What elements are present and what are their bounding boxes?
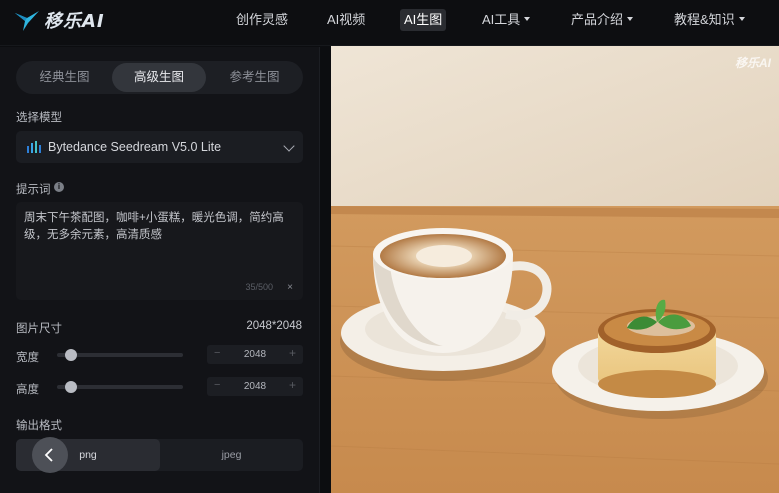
nav-item-ai-image[interactable]: AI生图 bbox=[400, 9, 447, 31]
nav-item-tutorials[interactable]: 教程&知识 bbox=[674, 9, 745, 31]
width-label: 宽度 bbox=[16, 352, 39, 364]
panel-divider bbox=[321, 46, 331, 493]
logo-icon bbox=[15, 11, 39, 31]
model-select[interactable]: Bytedance Seedream V5.0 Lite bbox=[16, 131, 303, 163]
height-slider-thumb[interactable] bbox=[64, 381, 77, 393]
tab-classic[interactable]: 经典生图 bbox=[18, 63, 111, 92]
model-icon bbox=[27, 141, 41, 153]
caret-down-icon bbox=[627, 16, 634, 21]
clear-icon[interactable]: × bbox=[287, 282, 293, 293]
watermark: 移乐AI bbox=[734, 56, 771, 70]
width-slider[interactable] bbox=[57, 349, 183, 361]
height-slider[interactable] bbox=[57, 381, 183, 393]
format-option-jpeg[interactable]: jpeg bbox=[160, 439, 303, 471]
generated-image[interactable]: 移乐AI bbox=[331, 46, 779, 493]
image-size-value: 2048*2048 bbox=[246, 320, 302, 332]
mode-tabs: 经典生图 高级生图 参考生图 bbox=[16, 61, 303, 94]
height-increment-button[interactable]: + bbox=[289, 378, 296, 392]
nav-item-inspiration[interactable]: 创作灵感 bbox=[236, 9, 288, 31]
height-stepper[interactable]: − 2048 + bbox=[207, 377, 303, 396]
chevron-left-icon bbox=[44, 448, 53, 462]
image-size-label: 图片尺寸 bbox=[16, 323, 62, 335]
collapse-panel-button[interactable] bbox=[32, 437, 68, 473]
width-stepper[interactable]: − 2048 + bbox=[207, 345, 303, 364]
nav-item-products[interactable]: 产品介绍 bbox=[571, 9, 634, 31]
height-label: 高度 bbox=[16, 384, 39, 396]
caret-down-icon bbox=[524, 16, 531, 21]
logo[interactable]: 移乐AI bbox=[14, 7, 105, 33]
tab-reference[interactable]: 参考生图 bbox=[208, 63, 301, 92]
output-format-label: 输出格式 bbox=[16, 420, 62, 432]
prompt-char-count: 35/500 bbox=[245, 282, 273, 292]
nav-item-ai-tools[interactable]: AI工具 bbox=[482, 9, 531, 31]
prompt-label: 提示词 bbox=[16, 184, 51, 196]
brand-name: 移乐AI bbox=[44, 11, 105, 32]
model-selected-value: Bytedance Seedream V5.0 Lite bbox=[48, 140, 222, 154]
top-navigation-bar: 移乐AI 创作灵感 AI视频 AI生图 AI工具 产品介绍 教程&知识 bbox=[0, 0, 779, 46]
info-icon[interactable]: i bbox=[54, 182, 64, 192]
width-slider-thumb[interactable] bbox=[64, 349, 77, 361]
width-increment-button[interactable]: + bbox=[289, 346, 296, 360]
settings-panel: 经典生图 高级生图 参考生图 选择模型 Bytedance Seedream V… bbox=[0, 47, 320, 493]
tab-advanced[interactable]: 高级生图 bbox=[112, 63, 206, 92]
prompt-input[interactable]: 周末下午茶配图，咖啡+小蛋糕，暖光色调，简约高级，无多余元素，高清质感 35/5… bbox=[16, 202, 303, 300]
chevron-down-icon bbox=[283, 140, 295, 152]
model-label: 选择模型 bbox=[16, 112, 62, 124]
coffee-and-cake-image bbox=[331, 46, 779, 493]
nav-item-ai-video[interactable]: AI视频 bbox=[327, 9, 365, 31]
caret-down-icon bbox=[738, 16, 745, 21]
prompt-text: 周末下午茶配图，咖啡+小蛋糕，暖光色调，简约高级，无多余元素，高清质感 bbox=[24, 212, 284, 241]
